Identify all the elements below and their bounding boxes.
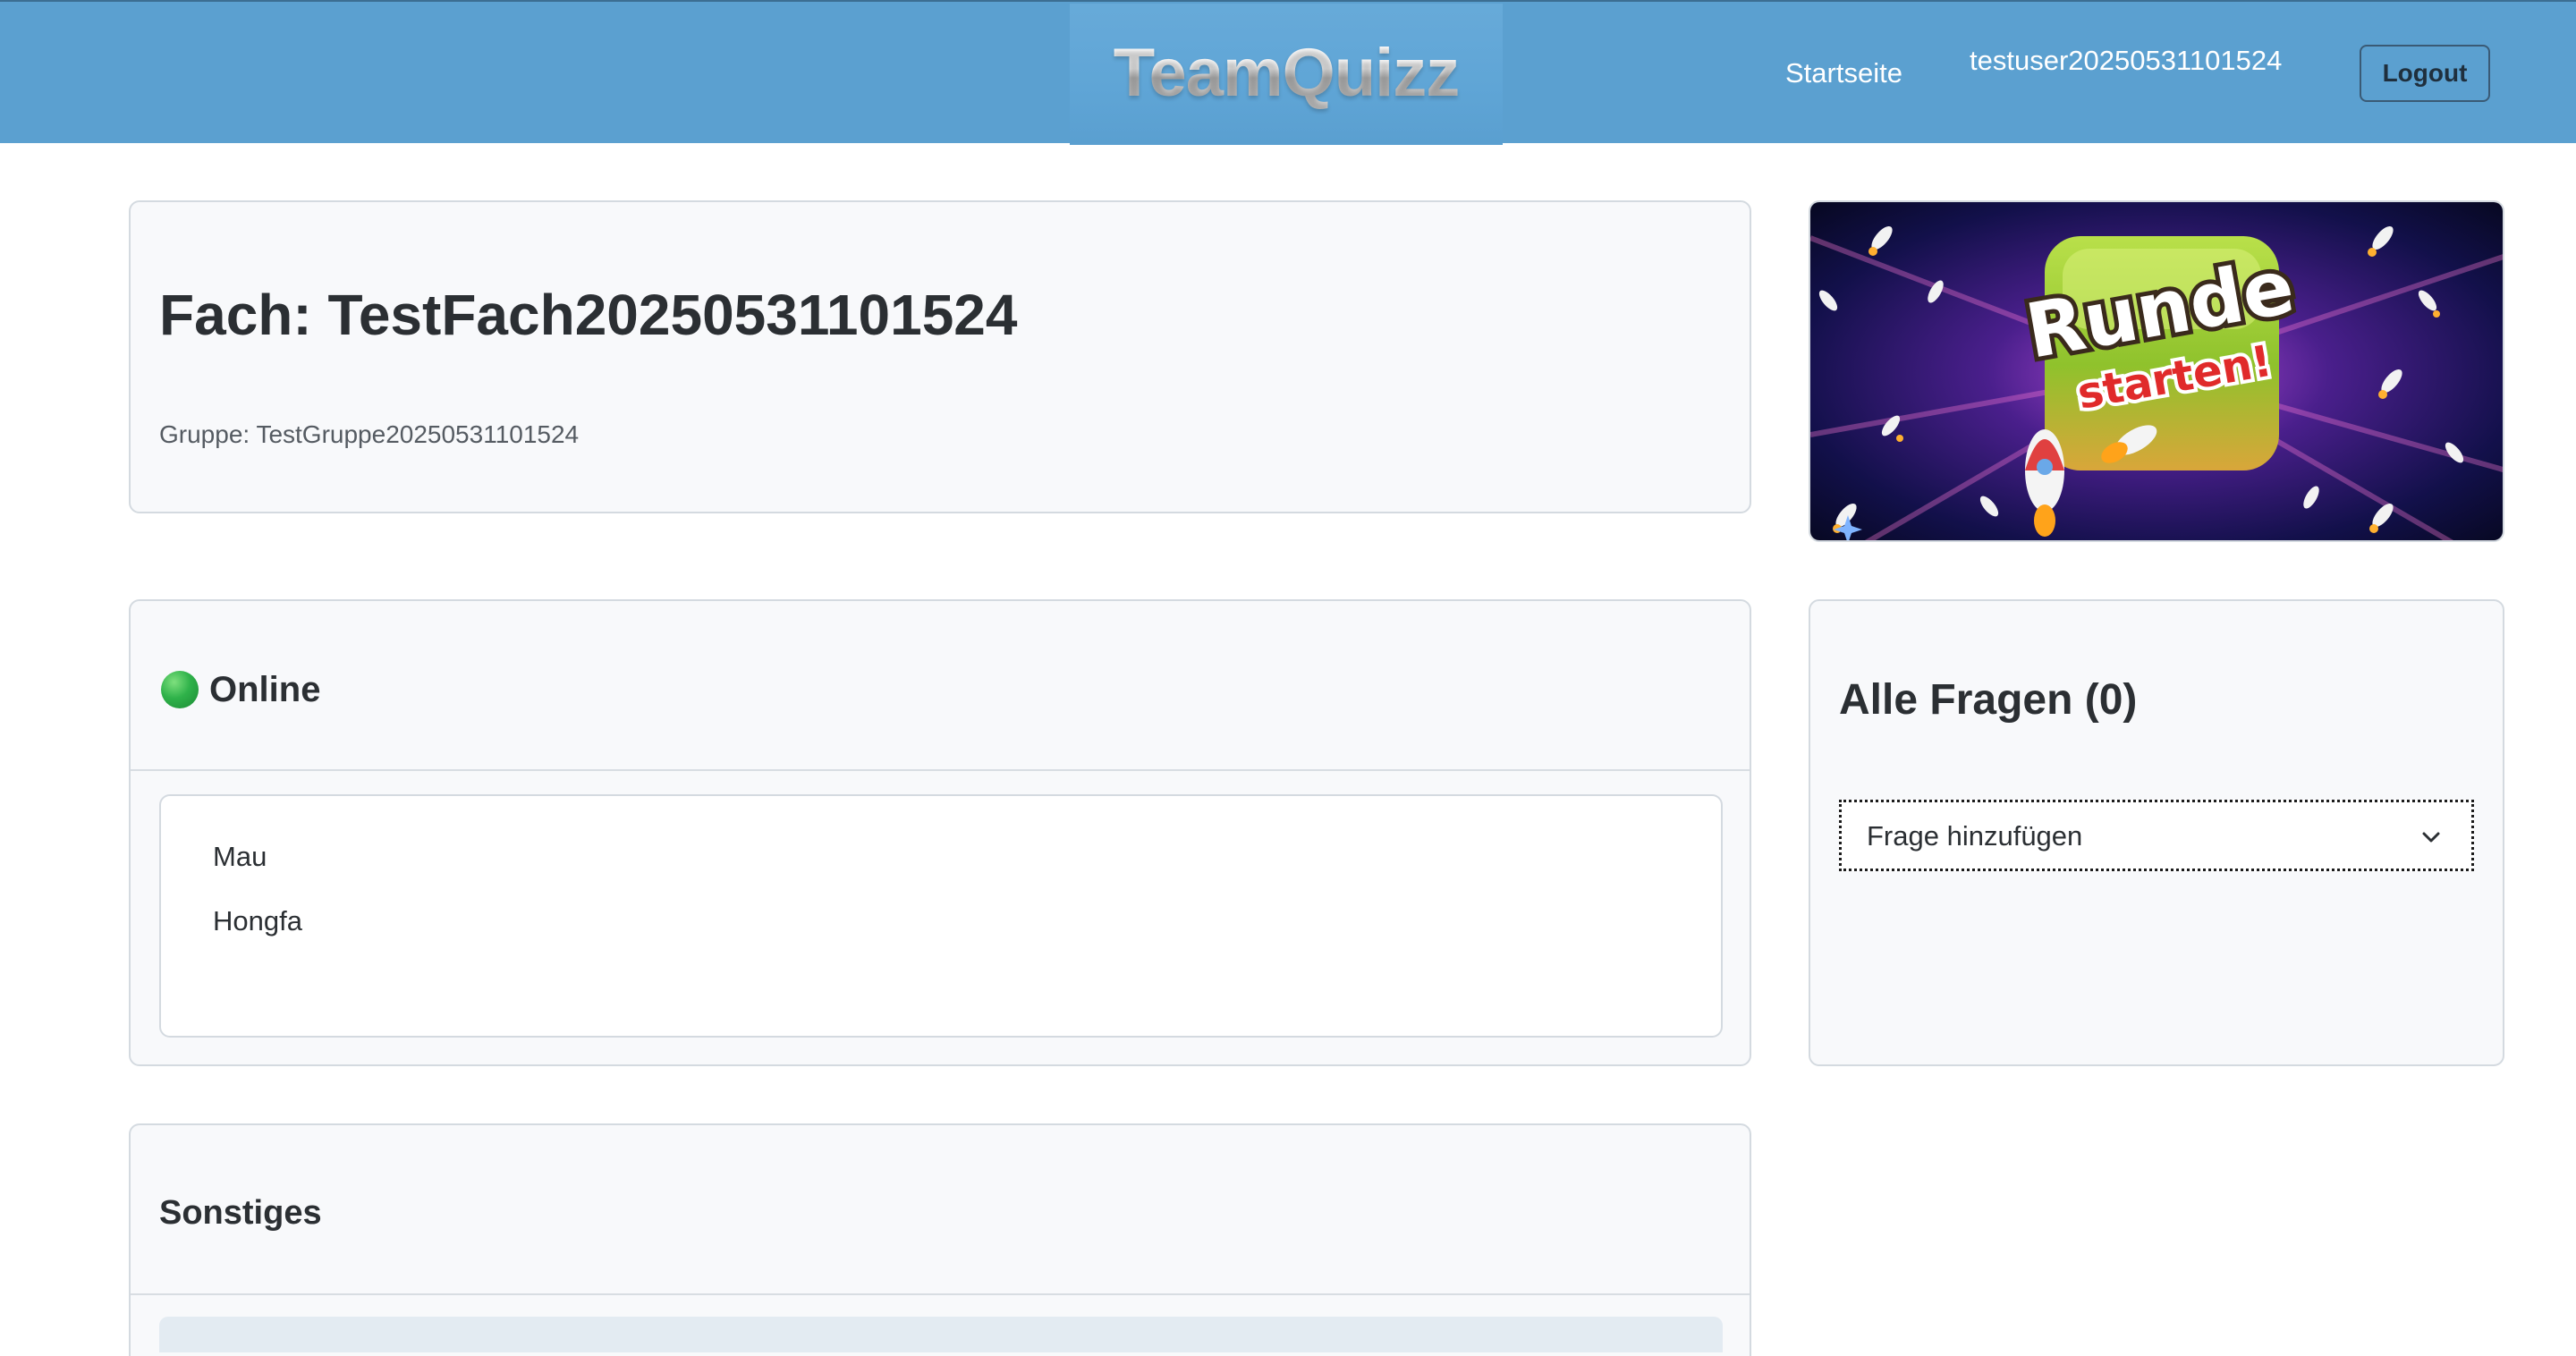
misc-title: Sonstiges	[159, 1194, 322, 1232]
subject-card: Fach: TestFach20250531101524 Gruppe: Tes…	[129, 200, 1751, 513]
online-card: Online Mau Hongfa	[129, 599, 1751, 1066]
group-label: Gruppe: TestGruppe20250531101524	[159, 420, 580, 448]
online-title: Online	[209, 670, 321, 709]
start-round-banner[interactable]: Runde starten!	[1809, 200, 2504, 542]
misc-card-header: Sonstiges	[131, 1125, 1750, 1295]
page-title: Fach: TestFach20250531101524	[159, 283, 1018, 347]
online-card-header: Online	[131, 601, 1750, 771]
nav-username[interactable]: testuser20250531101524	[1970, 45, 2282, 77]
misc-content-panel	[159, 1317, 1723, 1352]
list-item: Hongfa	[213, 905, 302, 936]
chevron-down-icon	[2422, 832, 2440, 843]
online-user-list: Mau Hongfa	[159, 794, 1723, 1038]
add-question-label: Frage hinzufügen	[1867, 820, 2083, 852]
green-circle-icon	[161, 671, 199, 708]
add-question-dropdown[interactable]: Frage hinzufügen	[1839, 800, 2474, 871]
misc-card: Sonstiges	[129, 1123, 1751, 1356]
start-round-banner-image: Runde starten!	[1810, 202, 2503, 540]
questions-card: Alle Fragen (0) Frage hinzufügen	[1809, 599, 2504, 1066]
navbar: TeamQuizz Startseite testuser20250531101…	[0, 0, 2576, 145]
questions-title: Alle Fragen (0)	[1839, 676, 2138, 724]
nav-link-startseite[interactable]: Startseite	[1785, 57, 1902, 89]
logout-button[interactable]: Logout	[2360, 45, 2490, 102]
brand-logo[interactable]: TeamQuizz	[1070, 29, 1503, 118]
list-item: Mau	[213, 841, 267, 872]
